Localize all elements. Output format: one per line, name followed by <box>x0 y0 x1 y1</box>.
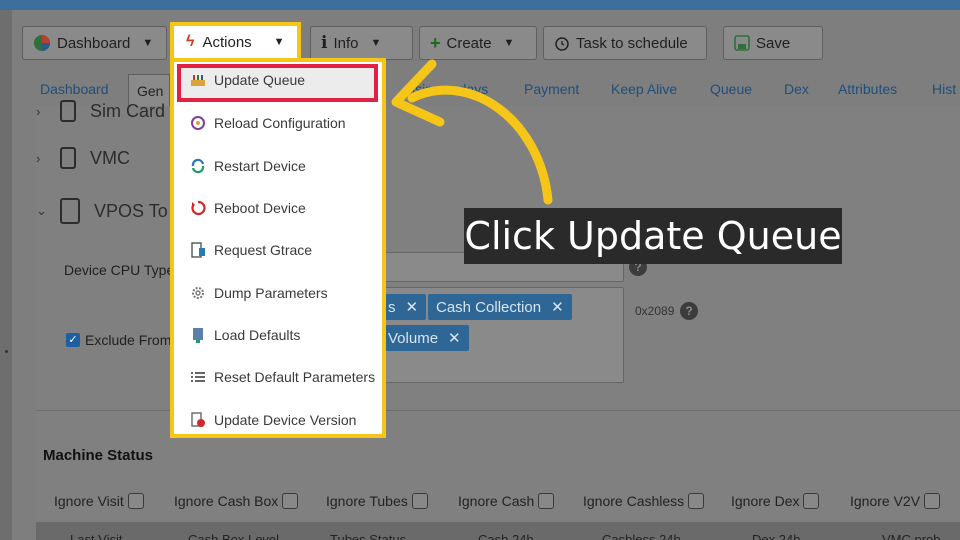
annotation-arrow <box>391 59 553 205</box>
instruction-callout: Click Update Queue <box>464 208 842 264</box>
